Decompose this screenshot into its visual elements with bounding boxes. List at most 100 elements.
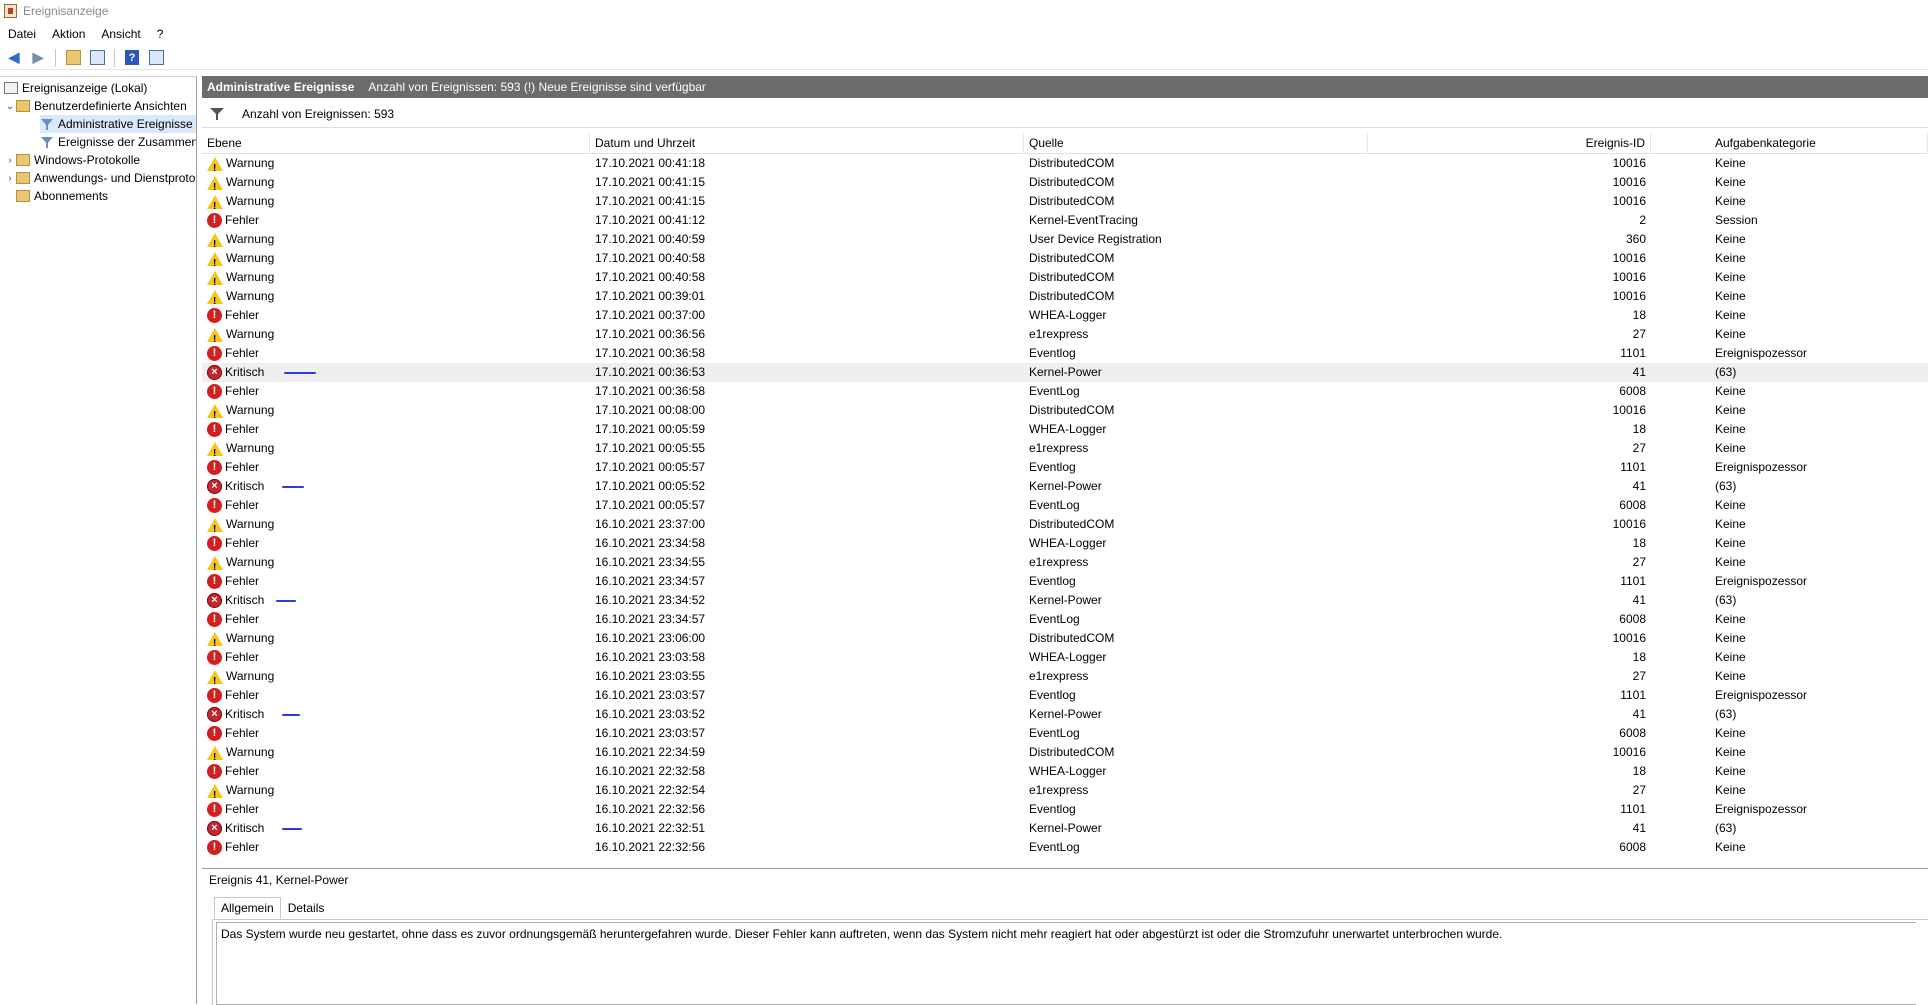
table-row[interactable]: × Kritisch 17.10.2021 00:36:53 Kernel-Power… xyxy=(202,363,1928,382)
table-row[interactable]: Warnung 16.10.2021 23:37:00 DistributedCOM… xyxy=(202,515,1928,539)
column-header-level[interactable]: Ebene xyxy=(202,132,590,154)
table-row[interactable]: ! Fehler 16.10.2021 22:32:56 EventLog 6008 Ke… xyxy=(202,838,1928,857)
cell-event-id: 41 xyxy=(1632,707,1646,721)
menu-aktion[interactable]: Aktion xyxy=(44,27,93,41)
cell-source: Kernel-Power xyxy=(1029,365,1102,379)
menu-datei[interactable]: Datei xyxy=(0,27,44,41)
filter-icon xyxy=(40,118,54,130)
warning-icon xyxy=(207,270,223,292)
tree-item-summary-events[interactable]: Ereignisse der Zusammenfassung xyxy=(40,133,196,151)
folder-up-icon[interactable] xyxy=(63,48,83,68)
table-row[interactable]: Warnung 17.10.2021 00:41:18 DistributedCOM… xyxy=(202,154,1928,178)
forward-arrow-icon[interactable]: ▶ xyxy=(28,48,48,68)
table-row[interactable]: Warnung 16.10.2021 22:34:59 DistributedCOM… xyxy=(202,743,1928,767)
error-icon: ! xyxy=(207,536,222,551)
cell-level: Warnung xyxy=(207,230,274,254)
error-icon: ! xyxy=(207,308,222,323)
cell-date: 17.10.2021 00:05:57 xyxy=(595,460,706,474)
table-row[interactable]: Warnung 17.10.2021 00:41:15 DistributedCOM… xyxy=(202,192,1928,216)
table-row[interactable]: ! Fehler 17.10.2021 00:05:59 WHEA-Logger 18 K… xyxy=(202,420,1928,439)
error-icon: ! xyxy=(207,574,222,589)
table-row[interactable]: Warnung 17.10.2021 00:36:56 e1rexpress 27 Ke… xyxy=(202,325,1928,349)
table-row[interactable]: ! Fehler 17.10.2021 00:37:00 WHEA-Logger 18 K… xyxy=(202,306,1928,325)
table-row[interactable]: × Kritisch 16.10.2021 23:03:52 Kernel-Power… xyxy=(202,705,1928,724)
table-row[interactable]: ! Fehler 16.10.2021 22:32:58 WHEA-Logger 18 K… xyxy=(202,762,1928,781)
panel-icon[interactable] xyxy=(146,48,166,68)
table-row[interactable]: ! Fehler 16.10.2021 23:34:57 EventLog 6008 Ke… xyxy=(202,610,1928,629)
column-header-event-id[interactable]: Ereignis-ID xyxy=(1368,132,1651,154)
tree-item-root[interactable]: Ereignisanzeige (Lokal) xyxy=(4,79,147,97)
cell-date: 16.10.2021 22:32:56 xyxy=(595,840,706,854)
level-label: Fehler xyxy=(225,498,260,512)
table-row[interactable]: Warnung 17.10.2021 00:05:55 e1rexpress 27 Ke… xyxy=(202,439,1928,463)
cell-event-id: 10016 xyxy=(1612,156,1646,170)
chevron-right-icon[interactable]: › xyxy=(4,173,16,184)
table-row[interactable]: Warnung 17.10.2021 00:40:59 User Device Re… xyxy=(202,230,1928,254)
view-title: Administrative Ereignisse xyxy=(207,80,355,94)
table-row[interactable]: × Kritisch 16.10.2021 23:34:52 Kernel-Power… xyxy=(202,591,1928,610)
column-header-category[interactable]: Aufgabenkategorie xyxy=(1710,132,1928,154)
column-header-source[interactable]: Quelle xyxy=(1024,132,1368,154)
column-header-date[interactable]: Datum und Uhrzeit xyxy=(590,132,1024,154)
properties-icon[interactable] xyxy=(87,48,107,68)
table-row[interactable]: ! Fehler 16.10.2021 22:32:56 Eventlog 1101 Er… xyxy=(202,800,1928,819)
table-row[interactable]: Warnung 17.10.2021 00:08:00 DistributedCOM… xyxy=(202,401,1928,425)
cell-level: Warnung xyxy=(207,515,274,539)
table-row[interactable]: ! Fehler 17.10.2021 00:36:58 EventLog 6008 Ke… xyxy=(202,382,1928,401)
cell-level: ! Fehler xyxy=(207,211,259,230)
table-row[interactable]: ! Fehler 17.10.2021 00:05:57 EventLog 6008 Ke… xyxy=(202,496,1928,515)
level-label: Warnung xyxy=(226,289,275,303)
tab-allgemein[interactable]: Allgemein xyxy=(214,897,281,919)
tree-item-windows-logs[interactable]: › Windows-Protokolle xyxy=(4,151,140,169)
tab-details[interactable]: Details xyxy=(281,897,332,919)
menu-ansicht[interactable]: Ansicht xyxy=(93,27,148,41)
table-row[interactable]: Warnung 16.10.2021 23:03:55 e1rexpress 27 Ke… xyxy=(202,667,1928,691)
level-label: Warnung xyxy=(226,270,275,284)
table-row[interactable]: Warnung 17.10.2021 00:41:15 DistributedCOM… xyxy=(202,173,1928,197)
cell-date: 17.10.2021 00:40:59 xyxy=(595,232,706,246)
table-row[interactable]: ! Fehler 17.10.2021 00:41:12 Kernel-EventTr… xyxy=(202,211,1928,230)
critical-icon: × xyxy=(207,593,222,608)
cell-event-id: 6008 xyxy=(1619,498,1646,512)
table-row[interactable]: × Kritisch 16.10.2021 22:32:51 Kernel-Power… xyxy=(202,819,1928,838)
cell-source: DistributedCOM xyxy=(1029,194,1115,208)
chevron-right-icon[interactable]: › xyxy=(4,155,16,166)
cell-source: EventLog xyxy=(1029,498,1080,512)
table-row[interactable]: ! Fehler 16.10.2021 23:03:57 Eventlog 1101 Er… xyxy=(202,686,1928,705)
critical-icon: × xyxy=(207,479,222,494)
cell-date: 16.10.2021 23:03:55 xyxy=(595,669,706,683)
table-row[interactable]: Warnung 17.10.2021 00:39:01 DistributedCOM… xyxy=(202,287,1928,311)
help-icon[interactable]: ? xyxy=(122,48,142,68)
cell-date: 17.10.2021 00:36:56 xyxy=(595,327,706,341)
tree-item-custom-views[interactable]: ⌄ Benutzerdefinierte Ansichten xyxy=(4,97,187,115)
tree-item-app-service-logs[interactable]: › Anwendungs- und Dienstprotokolle xyxy=(4,169,196,187)
cell-category: Keine xyxy=(1715,631,1746,645)
table-row[interactable]: ! Fehler 16.10.2021 23:34:57 Eventlog 1101 Er… xyxy=(202,572,1928,591)
table-row[interactable]: Warnung 17.10.2021 00:40:58 DistributedCOM… xyxy=(202,249,1928,273)
table-row[interactable]: ! Fehler 16.10.2021 23:03:58 WHEA-Logger 18 K… xyxy=(202,648,1928,667)
cell-category: Keine xyxy=(1715,612,1746,626)
tree-item-subscriptions[interactable]: Abonnements xyxy=(16,187,108,205)
menu-help[interactable]: ? xyxy=(149,27,172,41)
cell-event-id: 41 xyxy=(1632,479,1646,493)
table-row[interactable]: × Kritisch 17.10.2021 00:05:52 Kernel-Power… xyxy=(202,477,1928,496)
table-row[interactable]: ! Fehler 17.10.2021 00:05:57 Eventlog 1101 Er… xyxy=(202,458,1928,477)
level-label: Warnung xyxy=(226,194,275,208)
table-row[interactable]: Warnung 16.10.2021 23:06:00 DistributedCOM… xyxy=(202,629,1928,653)
table-row[interactable]: Warnung 16.10.2021 22:32:54 e1rexpress 27 Ke… xyxy=(202,781,1928,805)
tree-item-admin-events[interactable]: Administrative Ereignisse xyxy=(40,115,196,133)
table-row[interactable]: ! Fehler 17.10.2021 00:36:58 Eventlog 1101 Er… xyxy=(202,344,1928,363)
cell-date: 17.10.2021 00:41:18 xyxy=(595,156,706,170)
table-row[interactable]: ! Fehler 16.10.2021 23:34:58 WHEA-Logger 18 K… xyxy=(202,534,1928,553)
table-row[interactable]: Warnung 16.10.2021 23:34:55 e1rexpress 27 Ke… xyxy=(202,553,1928,577)
cell-event-id: 10016 xyxy=(1612,289,1646,303)
chevron-down-icon[interactable]: ⌄ xyxy=(4,101,16,112)
table-row[interactable]: ! Fehler 16.10.2021 23:03:57 EventLog 6008 Ke… xyxy=(202,724,1928,743)
cell-date: 16.10.2021 22:32:58 xyxy=(595,764,706,778)
cell-category: Keine xyxy=(1715,840,1746,854)
back-arrow-icon[interactable]: ◀ xyxy=(4,48,24,68)
cell-source: e1rexpress xyxy=(1029,327,1089,341)
cell-source: WHEA-Logger xyxy=(1029,764,1107,778)
table-row[interactable]: Warnung 17.10.2021 00:40:58 DistributedCOM… xyxy=(202,268,1928,292)
cell-category: Keine xyxy=(1715,156,1746,170)
